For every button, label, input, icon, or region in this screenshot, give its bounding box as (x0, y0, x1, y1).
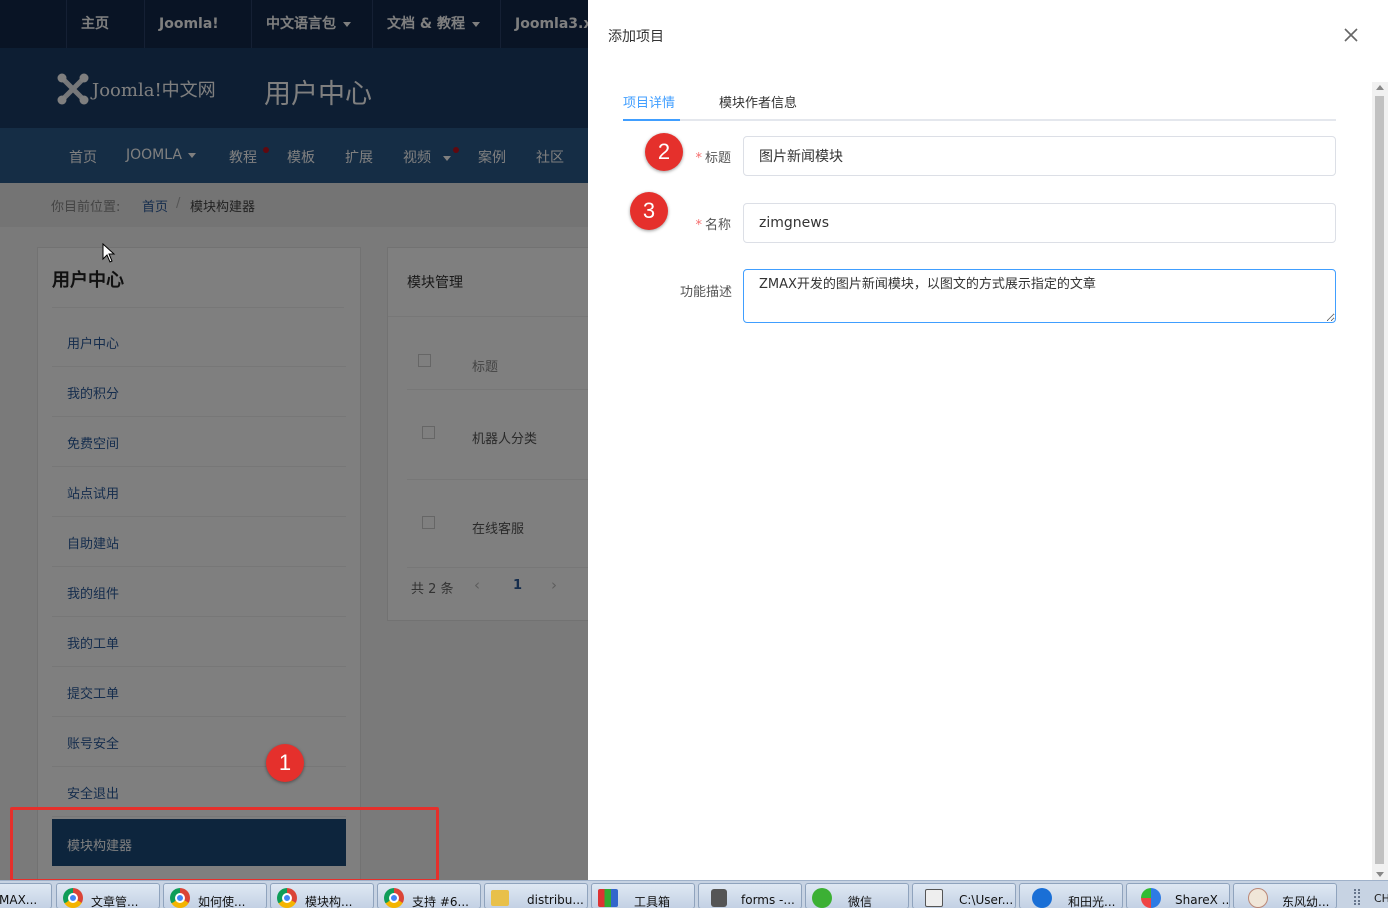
toolbox-icon (598, 889, 618, 907)
wechat-icon (812, 888, 832, 908)
taskbar-item-label: ShareX ... (1175, 893, 1230, 907)
chrome-icon (170, 888, 190, 908)
chrome-icon (384, 888, 404, 908)
input-language-indicator[interactable]: CH (1374, 892, 1388, 905)
dialog-scrollbar[interactable] (1372, 82, 1388, 880)
description-textarea[interactable]: ZMAX开发的图片新闻模块，以图文的方式展示指定的文章 (743, 269, 1336, 323)
annotation-badge-2: 2 (645, 133, 683, 171)
taskbar-item-label: 支持 #6... (412, 895, 469, 908)
taskbar-item-label: 微信 (848, 895, 873, 908)
label-text: 标题 (704, 151, 731, 166)
taskbar-item[interactable]: 支持 #6... (377, 883, 481, 908)
add-project-dialog: 添加项目 项目详情 模块作者信息 2 *标题 3 *名称 功能描述 ZMAX开发… (588, 0, 1388, 880)
required-asterisk: * (695, 151, 702, 166)
taskbar-item[interactable]: C:\User... (912, 883, 1016, 908)
taskbar-item[interactable]: 工具箱 (591, 883, 695, 908)
taskbar-item-label: distribu... (527, 893, 584, 907)
taskbar-item-label: 如何使... (198, 895, 246, 908)
lock-icon (711, 889, 727, 907)
name-field-label: * 名称 (683, 214, 731, 233)
sharex-icon (1141, 888, 1161, 908)
k-icon (1032, 888, 1052, 908)
annotation-badge-3: 3 (630, 192, 668, 230)
taskbar-item[interactable]: 如何使... (163, 883, 267, 908)
system-tray: CH (1344, 883, 1388, 908)
taskbar-item[interactable]: 文章管... (56, 883, 160, 908)
taskbar-item-label: MAX... (0, 893, 38, 907)
tab-author-info[interactable]: 模块作者信息 (719, 92, 797, 111)
taskbar-item[interactable]: 模块构... (270, 883, 374, 908)
taskbar-item[interactable]: forms -... (698, 883, 802, 908)
taskbar-item[interactable]: ShareX ... (1126, 883, 1230, 908)
taskbar-grip-icon[interactable] (1354, 889, 1360, 905)
title-field-label: * 标题 (683, 147, 731, 166)
annotation-badge-1: 1 (266, 744, 304, 782)
required-asterisk: * (695, 218, 702, 233)
chrome-icon (277, 888, 297, 908)
label-text: 名称 (704, 218, 731, 233)
taskbar-item-label: 文章管... (91, 895, 139, 908)
close-icon[interactable] (1342, 26, 1360, 44)
scroll-down-icon[interactable] (1376, 872, 1384, 877)
annotation-highlight-box (10, 807, 439, 882)
taskbar-item-label: 和田光... (1068, 895, 1116, 908)
name-input[interactable] (743, 203, 1336, 243)
taskbar-item-label: 工具箱 (634, 895, 671, 908)
tab-project-details[interactable]: 项目详情 (623, 92, 675, 111)
active-tab-indicator (623, 119, 680, 121)
app-icon (1248, 888, 1268, 908)
editor-icon (925, 889, 943, 907)
dialog-tabs: 项目详情 模块作者信息 (623, 84, 1336, 121)
taskbar-item[interactable]: 东风幼... (1233, 883, 1337, 908)
taskbar-item-label: forms -... (741, 893, 795, 907)
mouse-cursor-icon (102, 243, 116, 263)
dialog-title: 添加项目 (608, 29, 664, 45)
taskbar-item[interactable]: 微信 (805, 883, 909, 908)
taskbar-item-label: 东风幼... (1282, 895, 1330, 908)
windows-taskbar: MAX... 文章管... 如何使... 模块构... 支持 #6... dis… (0, 880, 1388, 908)
taskbar-item-label: 模块构... (305, 895, 353, 908)
taskbar-item-label: C:\User... (959, 893, 1014, 907)
scrollbar-thumb[interactable] (1375, 96, 1384, 864)
chrome-icon (63, 888, 83, 908)
taskbar-item[interactable]: MAX... (0, 883, 52, 908)
taskbar-item[interactable]: 和田光... (1019, 883, 1123, 908)
taskbar-item[interactable]: distribu... (484, 883, 588, 908)
description-field-label: 功能描述 (679, 285, 732, 300)
title-input[interactable] (743, 136, 1336, 176)
scroll-up-icon[interactable] (1376, 85, 1384, 90)
folder-icon (491, 890, 509, 906)
